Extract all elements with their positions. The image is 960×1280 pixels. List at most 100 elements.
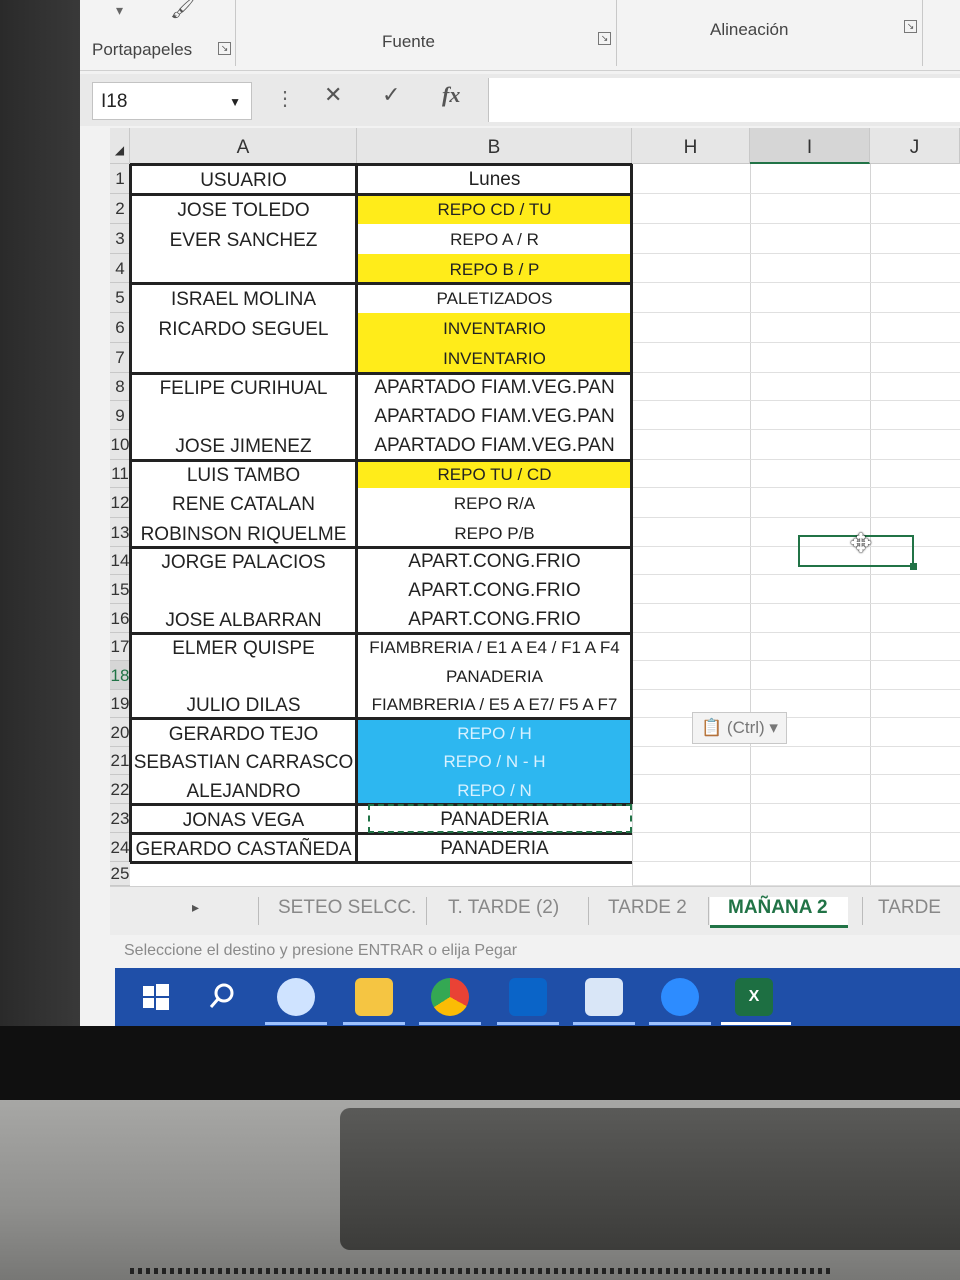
formula-input[interactable]: [488, 78, 960, 122]
row-header-3[interactable]: 3: [110, 224, 130, 254]
cell-a1[interactable]: USUARIO: [130, 164, 357, 194]
row-header-10[interactable]: 10: [110, 430, 130, 460]
cell-b12[interactable]: REPO R/A: [357, 488, 632, 518]
name-box[interactable]: I18 ▼: [92, 82, 252, 120]
cell-b20[interactable]: REPO / H: [357, 718, 632, 747]
file-explorer-icon[interactable]: [355, 978, 393, 1016]
more-options-icon[interactable]: ⋮: [275, 86, 295, 111]
cell-b1[interactable]: Lunes: [357, 164, 632, 194]
cell-a23[interactable]: JONAS VEGA: [130, 804, 357, 833]
format-painter-icon[interactable]: 🖌: [170, 0, 195, 21]
column-header-j[interactable]: J: [870, 128, 960, 164]
row-header-2[interactable]: 2: [110, 194, 130, 224]
row-header-1[interactable]: 1: [110, 164, 130, 194]
row-header-25[interactable]: 25: [110, 862, 130, 886]
scroll-tabs-right-icon[interactable]: ▸: [192, 899, 199, 916]
cell-a15[interactable]: [130, 575, 357, 604]
cell-b6[interactable]: INVENTARIO: [357, 313, 632, 343]
row-header-23[interactable]: 23: [110, 804, 130, 833]
dropdown-arrow-icon[interactable]: ▾: [116, 2, 123, 19]
font-launcher-icon[interactable]: ↘: [598, 32, 611, 45]
cell-b19[interactable]: FIAMBRERIA / E5 A E7/ F5 A F7: [357, 690, 632, 718]
cell-b18[interactable]: PANADERIA: [357, 661, 632, 690]
tab-tarde-2[interactable]: TARDE 2: [608, 897, 687, 919]
cell-a14[interactable]: JORGE PALACIOS: [130, 547, 357, 575]
row-header-24[interactable]: 24: [110, 833, 130, 862]
row-header-18[interactable]: 18: [110, 661, 130, 690]
row-header-8[interactable]: 8: [110, 373, 130, 401]
cell-a19[interactable]: JULIO DILAS: [130, 690, 357, 718]
row-header-19[interactable]: 19: [110, 690, 130, 718]
row-header-15[interactable]: 15: [110, 575, 130, 604]
cell-b10[interactable]: APARTADO FIAM.VEG.PAN: [357, 430, 632, 460]
excel-icon[interactable]: X: [735, 978, 773, 1016]
cell-a11[interactable]: LUIS TAMBO: [130, 460, 357, 488]
cell-b8[interactable]: APARTADO FIAM.VEG.PAN: [357, 373, 632, 401]
cancel-icon[interactable]: ✕: [324, 82, 342, 108]
cell-b14[interactable]: APART.CONG.FRIO: [357, 547, 632, 575]
cell-b3[interactable]: REPO A / R: [357, 224, 632, 254]
cell-a10[interactable]: JOSE JIMENEZ: [130, 430, 357, 460]
clipboard-launcher-icon[interactable]: ↘: [218, 42, 231, 55]
worksheet-grid[interactable]: ◢ A B H I J 1 USUARIO Lunes 2 JOSE TOLEDO REP…: [110, 128, 960, 886]
column-header-i[interactable]: I: [750, 128, 870, 164]
fill-handle[interactable]: [910, 563, 917, 570]
tab-seteo-selcc[interactable]: SETEO SELCC.: [278, 897, 416, 919]
search-icon[interactable]: [203, 978, 241, 1016]
chevron-down-icon[interactable]: ▼: [229, 83, 241, 121]
row-header-7[interactable]: 7: [110, 343, 130, 373]
row-header-12[interactable]: 12: [110, 488, 130, 518]
row-header-13[interactable]: 13: [110, 518, 130, 547]
paste-options-button[interactable]: 📋 (Ctrl) ▾: [692, 712, 787, 744]
cell-b15[interactable]: APART.CONG.FRIO: [357, 575, 632, 604]
outlook-icon[interactable]: [509, 978, 547, 1016]
column-header-a[interactable]: A: [130, 128, 357, 164]
cell-b13[interactable]: REPO P/B: [357, 518, 632, 547]
row-header-4[interactable]: 4: [110, 254, 130, 283]
cell-a3[interactable]: EVER SANCHEZ: [130, 224, 357, 254]
cell-a5[interactable]: ISRAEL MOLINA: [130, 283, 357, 313]
row-header-5[interactable]: 5: [110, 283, 130, 313]
cell-a2[interactable]: JOSE TOLEDO: [130, 194, 357, 224]
cell-b24[interactable]: PANADERIA: [357, 833, 632, 862]
column-header-b[interactable]: B: [357, 128, 632, 164]
tab-t-tarde-2[interactable]: T. TARDE (2): [448, 897, 559, 919]
row-header-9[interactable]: 9: [110, 401, 130, 430]
cell-b21[interactable]: REPO / N - H: [357, 747, 632, 775]
cell-a17[interactable]: ELMER QUISPE: [130, 633, 357, 661]
cell-a22[interactable]: ALEJANDRO: [130, 775, 357, 804]
cell-b16[interactable]: APART.CONG.FRIO: [357, 604, 632, 633]
tab-tarde[interactable]: TARDE: [878, 897, 941, 919]
windows-start-icon[interactable]: [137, 978, 175, 1016]
cloud-icon[interactable]: [277, 978, 315, 1016]
cell-a24[interactable]: GERARDO CASTAÑEDA: [130, 833, 357, 862]
cell-a7[interactable]: [130, 343, 357, 373]
column-header-h[interactable]: H: [632, 128, 750, 164]
cell-b22[interactable]: REPO / N: [357, 775, 632, 804]
cell-a18[interactable]: [130, 661, 357, 690]
cell-b4[interactable]: REPO B / P: [357, 254, 632, 283]
cell-a12[interactable]: RENE CATALAN: [130, 488, 357, 518]
cell-b7[interactable]: INVENTARIO: [357, 343, 632, 373]
cell-a13[interactable]: ROBINSON RIQUELME: [130, 518, 357, 547]
alignment-launcher-icon[interactable]: ↘: [904, 20, 917, 33]
row-header-17[interactable]: 17: [110, 633, 130, 661]
cell-b9[interactable]: APARTADO FIAM.VEG.PAN: [357, 401, 632, 430]
row-header-11[interactable]: 11: [110, 460, 130, 488]
row-header-14[interactable]: 14: [110, 547, 130, 575]
select-all-corner[interactable]: ◢: [110, 128, 130, 164]
insert-function-icon[interactable]: fx: [442, 82, 460, 108]
cell-a16[interactable]: JOSE ALBARRAN: [130, 604, 357, 633]
row-header-6[interactable]: 6: [110, 313, 130, 343]
cell-a20[interactable]: GERARDO TEJO: [130, 718, 357, 747]
cell-b2[interactable]: REPO CD / TU: [357, 194, 632, 224]
office-icon[interactable]: [585, 978, 623, 1016]
row-header-16[interactable]: 16: [110, 604, 130, 633]
zoom-icon[interactable]: [661, 978, 699, 1016]
cell-b5[interactable]: PALETIZADOS: [357, 283, 632, 313]
cell-a6[interactable]: RICARDO SEGUEL: [130, 313, 357, 343]
cell-b11[interactable]: REPO TU / CD: [357, 460, 632, 488]
cell-a9[interactable]: [130, 401, 357, 430]
row-header-22[interactable]: 22: [110, 775, 130, 804]
cell-a8[interactable]: FELIPE CURIHUAL: [130, 373, 357, 401]
